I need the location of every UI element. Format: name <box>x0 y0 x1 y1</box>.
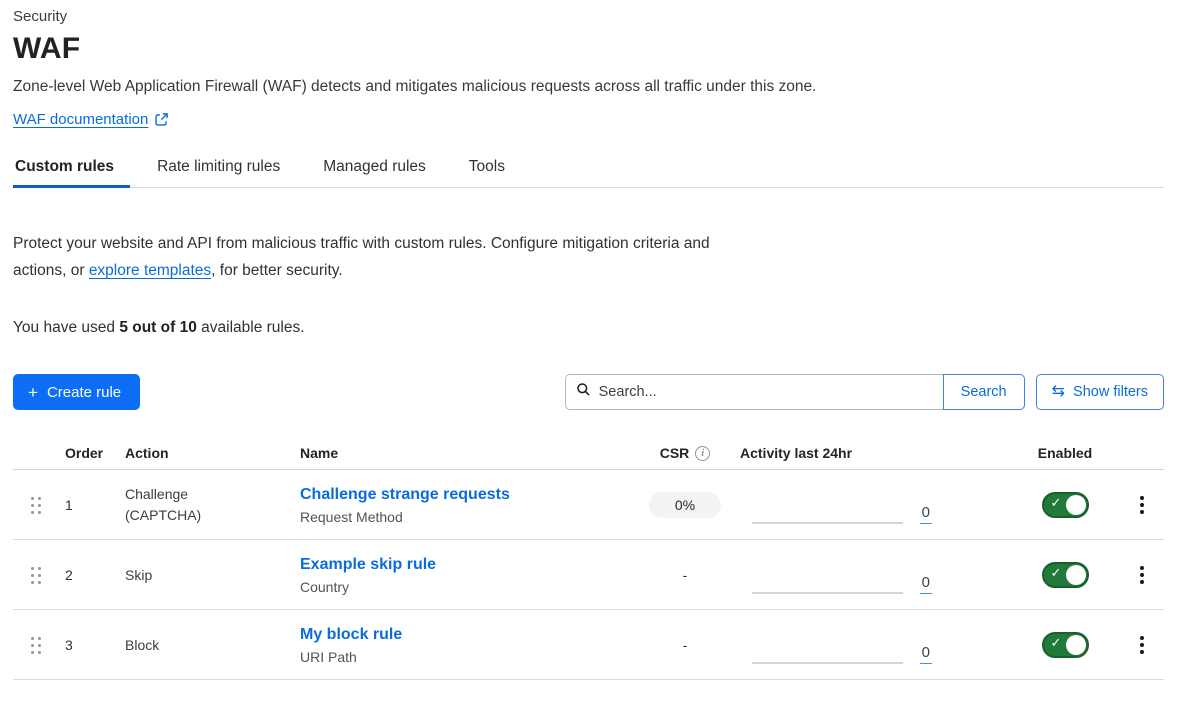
search-button[interactable]: Search <box>943 374 1025 410</box>
create-rule-button[interactable]: + Create rule <box>13 374 140 410</box>
header-activity: Activity last 24hr <box>740 445 1010 461</box>
kebab-menu-icon[interactable] <box>1132 492 1152 518</box>
check-icon: ✓ <box>1051 635 1062 651</box>
waf-tabs: Custom rules Rate limiting rules Managed… <box>13 158 1164 188</box>
rule-enabled-cell: ✓ <box>1010 632 1120 658</box>
table-row: 2 Skip Example skip rule Country - 0 ✓ <box>13 540 1164 610</box>
kebab-menu-icon[interactable] <box>1132 632 1152 658</box>
rule-enabled-cell: ✓ <box>1010 492 1120 518</box>
tab-managed-rules[interactable]: Managed rules <box>321 158 428 187</box>
table-row: 1 Challenge (CAPTCHA) Challenge strange … <box>13 470 1164 540</box>
kebab-menu-icon[interactable] <box>1132 562 1152 588</box>
csr-pill: 0% <box>649 492 721 518</box>
activity-sparkline <box>752 662 903 664</box>
intro-text-after: , for better security. <box>211 262 343 279</box>
toggle-knob <box>1066 635 1086 655</box>
tab-rate-limiting-rules[interactable]: Rate limiting rules <box>155 158 282 187</box>
header-enabled: Enabled <box>1010 445 1120 461</box>
rule-field: Request Method <box>300 509 630 525</box>
search-group: Search ⇆ Show filters <box>565 374 1164 410</box>
breadcrumb-security[interactable]: Security <box>13 6 1164 25</box>
enabled-toggle[interactable]: ✓ <box>1042 632 1089 658</box>
search-icon <box>576 382 591 402</box>
usage-summary: You have used 5 out of 10 available rule… <box>13 319 1164 337</box>
drag-handle-icon[interactable] <box>31 637 41 654</box>
intro-text: Protect your website and API from malici… <box>13 230 755 284</box>
activity-value-link[interactable]: 0 <box>920 645 932 664</box>
rule-field: Country <box>300 579 630 595</box>
activity-value-link[interactable]: 0 <box>920 505 932 524</box>
rule-name-link[interactable]: Challenge strange requests <box>300 486 510 503</box>
header-order: Order <box>65 445 125 461</box>
rule-name-cell: Example skip rule Country <box>300 556 630 595</box>
rule-menu-cell <box>1120 492 1164 518</box>
external-link-icon <box>154 112 169 127</box>
waf-documentation-link[interactable]: WAF documentation <box>13 111 148 128</box>
activity-sparkline <box>752 592 903 594</box>
rule-order: 3 <box>65 637 125 653</box>
table-row: 3 Block My block rule URI Path - 0 ✓ <box>13 610 1164 680</box>
enabled-toggle[interactable]: ✓ <box>1042 562 1089 588</box>
rules-table: Order Action Name CSR i Activity last 24… <box>13 437 1164 680</box>
toggle-knob <box>1066 495 1086 515</box>
search-box <box>565 374 943 410</box>
header-csr-label: CSR <box>660 445 690 461</box>
rule-field: URI Path <box>300 649 630 665</box>
rule-order: 1 <box>65 497 125 513</box>
rule-activity-cell: 0 <box>740 540 1010 610</box>
swap-arrows-icon: ⇆ <box>1052 384 1065 400</box>
drag-handle-icon[interactable] <box>31 567 41 584</box>
usage-prefix: You have used <box>13 319 119 336</box>
header-csr: CSR i <box>630 445 740 461</box>
header-name: Name <box>300 445 630 461</box>
check-icon: ✓ <box>1051 495 1062 511</box>
page-description: Zone-level Web Application Firewall (WAF… <box>13 78 1164 96</box>
rule-menu-cell <box>1120 632 1164 658</box>
rule-csr: - <box>630 567 740 583</box>
tab-tools[interactable]: Tools <box>467 158 507 187</box>
usage-suffix: available rules. <box>197 319 305 336</box>
rule-name-link[interactable]: My block rule <box>300 626 402 643</box>
create-rule-label: Create rule <box>47 384 121 401</box>
rule-order: 2 <box>65 567 125 583</box>
enabled-toggle[interactable]: ✓ <box>1042 492 1089 518</box>
tab-custom-rules[interactable]: Custom rules <box>13 158 116 187</box>
rule-action: Skip <box>125 565 230 586</box>
table-header-row: Order Action Name CSR i Activity last 24… <box>13 437 1164 470</box>
show-filters-button[interactable]: ⇆ Show filters <box>1036 374 1164 410</box>
rule-name-link[interactable]: Example skip rule <box>300 556 436 573</box>
rule-enabled-cell: ✓ <box>1010 562 1120 588</box>
header-action: Action <box>125 445 300 461</box>
show-filters-label: Show filters <box>1073 384 1148 400</box>
rule-csr: 0% <box>630 492 740 518</box>
activity-sparkline <box>752 522 903 524</box>
waf-page: Security WAF Zone-level Web Application … <box>0 0 1177 680</box>
rules-toolbar: + Create rule Search ⇆ Show filters <box>13 374 1164 410</box>
doc-link-row: WAF documentation <box>13 111 1164 128</box>
page-title: WAF <box>13 32 1164 66</box>
rule-activity-cell: 0 <box>740 470 1010 540</box>
rule-activity-cell: 0 <box>740 610 1010 680</box>
toggle-knob <box>1066 565 1086 585</box>
activity-value-link[interactable]: 0 <box>920 575 932 594</box>
explore-templates-link[interactable]: explore templates <box>89 262 211 279</box>
rule-action: Challenge (CAPTCHA) <box>125 484 230 526</box>
rule-csr: - <box>630 637 740 653</box>
drag-handle-icon[interactable] <box>31 497 41 514</box>
rule-action: Block <box>125 635 230 656</box>
rule-name-cell: My block rule URI Path <box>300 626 630 665</box>
check-icon: ✓ <box>1051 565 1062 581</box>
search-input[interactable] <box>599 384 933 400</box>
rule-menu-cell <box>1120 562 1164 588</box>
rule-name-cell: Challenge strange requests Request Metho… <box>300 486 630 525</box>
plus-icon: + <box>28 384 38 401</box>
usage-count: 5 out of 10 <box>119 319 197 336</box>
info-icon[interactable]: i <box>695 446 710 461</box>
